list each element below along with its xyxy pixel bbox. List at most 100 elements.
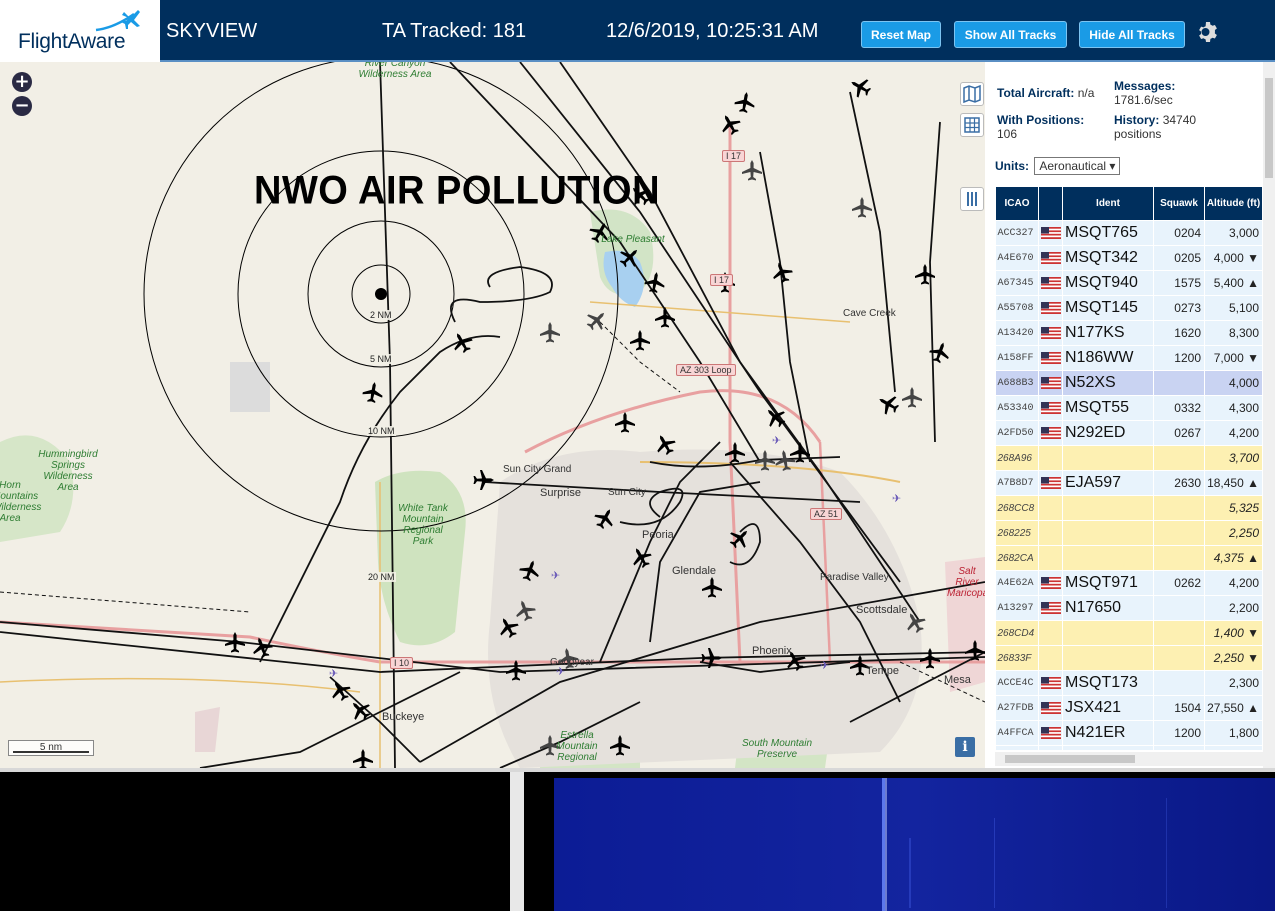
table-row[interactable]: A688B3 N52XS 4,000 — [995, 370, 1263, 396]
aircraft-icon[interactable] — [701, 648, 723, 668]
aircraft-icon[interactable] — [920, 648, 940, 669]
zoom-out-button[interactable]: − — [12, 96, 32, 116]
col-icao[interactable]: ICAO — [995, 186, 1039, 221]
col-ident[interactable]: Ident — [1062, 186, 1154, 221]
grid-button[interactable] — [960, 113, 984, 137]
table-row[interactable]: A158FF N186WW 1200 7,000 ▼ — [995, 345, 1263, 371]
aircraft-icon[interactable] — [448, 328, 476, 356]
aircraft-icon[interactable] — [346, 696, 375, 725]
us-flag-icon — [1040, 302, 1061, 315]
aircraft-icon[interactable] — [902, 387, 922, 408]
aircraft-icon[interactable] — [742, 160, 762, 181]
aircraft-icon[interactable] — [610, 735, 630, 756]
table-row[interactable]: A4FFCA N421ER 1200 1,800 — [995, 720, 1263, 746]
aircraft-icon[interactable] — [583, 306, 612, 335]
aircraft-icon[interactable] — [225, 632, 245, 653]
aircraft-icon[interactable] — [846, 73, 874, 101]
aircraft-icon[interactable] — [726, 524, 755, 553]
aircraft-table-wrap[interactable]: ICAO Ident Squawk Altitude (ft) ACC327 MS… — [995, 186, 1263, 750]
us-flag-icon — [1040, 227, 1061, 240]
aircraft-icon[interactable] — [651, 430, 679, 458]
aircraft-icon[interactable] — [630, 330, 650, 351]
col-flag[interactable] — [1038, 186, 1063, 221]
aircraft-icon[interactable] — [769, 259, 795, 285]
table-row[interactable]: A13297 N17650 2,200 — [995, 595, 1263, 621]
table-row[interactable]: A55708 MSQT145 0273 5,100 — [995, 295, 1263, 321]
aircraft-icon[interactable] — [874, 390, 902, 418]
table-row[interactable]: 268A96 3,700 — [995, 445, 1263, 471]
table-row[interactable]: 268CD4 1,400 ▼ — [995, 620, 1263, 646]
table-row[interactable]: 26833F 2,250 ▼ — [995, 645, 1263, 671]
table-row[interactable]: 2682CA 4,375 ▲ — [995, 545, 1263, 571]
sidebar-scrollbar[interactable] — [1263, 62, 1275, 768]
units-select[interactable]: Aeronautical ▾ — [1034, 157, 1121, 175]
table-header: ICAO Ident Squawk Altitude (ft) — [995, 186, 1263, 221]
table-row[interactable]: ACCE4C MSQT173 2,300 — [995, 670, 1263, 696]
aircraft-icon[interactable] — [915, 264, 935, 285]
table-row[interactable]: A4E62A MSQT971 0262 4,200 — [995, 570, 1263, 596]
zoom-in-button[interactable]: + — [12, 72, 32, 92]
col-squawk[interactable]: Squawk — [1153, 186, 1205, 221]
hide-all-tracks-button[interactable]: Hide All Tracks — [1079, 21, 1185, 48]
aircraft-icon[interactable] — [773, 448, 796, 472]
flightaware-logo[interactable]: FlightAware — [0, 0, 160, 62]
aircraft-icon[interactable] — [927, 339, 953, 365]
aircraft-icon[interactable] — [616, 243, 645, 272]
table-row[interactable]: A27FDB JSX421 1504 27,550 ▲ — [995, 695, 1263, 721]
hscrollbar-thumb[interactable] — [1005, 755, 1135, 763]
aircraft-icon[interactable] — [591, 504, 619, 532]
table-row[interactable]: A53340 MSQT55 0332 4,300 — [995, 395, 1263, 421]
aircraft-icon[interactable] — [326, 676, 354, 704]
table-row[interactable]: A4E670 MSQT342 0205 4,000 ▼ — [995, 245, 1263, 271]
aircraft-icon[interactable] — [494, 613, 522, 641]
table-hscrollbar[interactable] — [995, 752, 1263, 766]
aircraft-icon[interactable] — [506, 660, 526, 681]
sdr-waterfall — [524, 772, 1275, 911]
table-row[interactable]: A13420 N177KS 1620 8,300 — [995, 320, 1263, 346]
table-row[interactable]: 268225 2,250 — [995, 520, 1263, 546]
aircraft-icon[interactable] — [517, 557, 543, 583]
row-altitude: 18,450 ▲ — [1204, 470, 1263, 496]
table-row[interactable]: A7B8D7 EJA597 2630 18,450 ▲ — [995, 470, 1263, 496]
reset-map-button[interactable]: Reset Map — [861, 21, 941, 48]
aircraft-icon[interactable] — [627, 543, 655, 571]
row-altitude: 3,400 — [1204, 745, 1263, 750]
aircraft-icon[interactable] — [852, 197, 872, 218]
aircraft-icon[interactable] — [353, 749, 373, 768]
aircraft-icon[interactable] — [643, 270, 666, 294]
aircraft-icon[interactable] — [965, 640, 985, 661]
aircraft-icon[interactable] — [733, 90, 756, 114]
col-altitude[interactable]: Altitude (ft) — [1204, 186, 1263, 221]
aircraft-icon[interactable] — [615, 412, 635, 433]
table-row[interactable]: A2FD50 N292ED 0267 4,200 — [995, 420, 1263, 446]
panel-splitter[interactable] — [510, 772, 524, 911]
aircraft-icon[interactable] — [361, 380, 384, 404]
aircraft-icon[interactable] — [473, 470, 495, 490]
aircraft-icon[interactable] — [755, 450, 775, 471]
gear-icon[interactable] — [1196, 20, 1220, 44]
aircraft-icon[interactable] — [716, 110, 744, 138]
table-row[interactable]: A67345 MSQT940 1575 5,400 ▲ — [995, 270, 1263, 296]
table-row[interactable]: A8BF02 N6627P02143,400 — [995, 745, 1263, 750]
aircraft-icon[interactable] — [655, 307, 675, 328]
aircraft-icon[interactable] — [249, 634, 275, 660]
aircraft-icon[interactable] — [512, 597, 538, 623]
table-row[interactable]: ACC327 MSQT765 0204 3,000 — [995, 220, 1263, 246]
scrollbar-thumb[interactable] — [1265, 78, 1273, 178]
info-button[interactable]: i — [955, 737, 975, 757]
row-altitude: 5,400 ▲ — [1204, 270, 1263, 296]
ring-label-10nm: 10 NM — [367, 426, 396, 436]
aircraft-icon[interactable] — [702, 577, 722, 598]
aircraft-icon[interactable] — [790, 442, 810, 463]
map-layers-button[interactable] — [960, 82, 984, 106]
aircraft-icon[interactable] — [540, 322, 560, 343]
row-ident: MSQT145 — [1062, 295, 1154, 321]
row-ident: N292ED — [1062, 420, 1154, 446]
toggle-sidebar-button[interactable] — [960, 187, 984, 211]
aircraft-icon[interactable] — [725, 442, 745, 463]
map-view[interactable]: ✈ ✈ ✈ ✈ ✈ ✈ + − NWO AIR POLLUTION 2 NM 5… — [0, 62, 985, 768]
show-all-tracks-button[interactable]: Show All Tracks — [954, 21, 1067, 48]
aircraft-icon[interactable] — [761, 403, 790, 432]
aircraft-table: ICAO Ident Squawk Altitude (ft) ACC327 MS… — [995, 186, 1263, 750]
table-row[interactable]: 268CC8 5,325 — [995, 495, 1263, 521]
